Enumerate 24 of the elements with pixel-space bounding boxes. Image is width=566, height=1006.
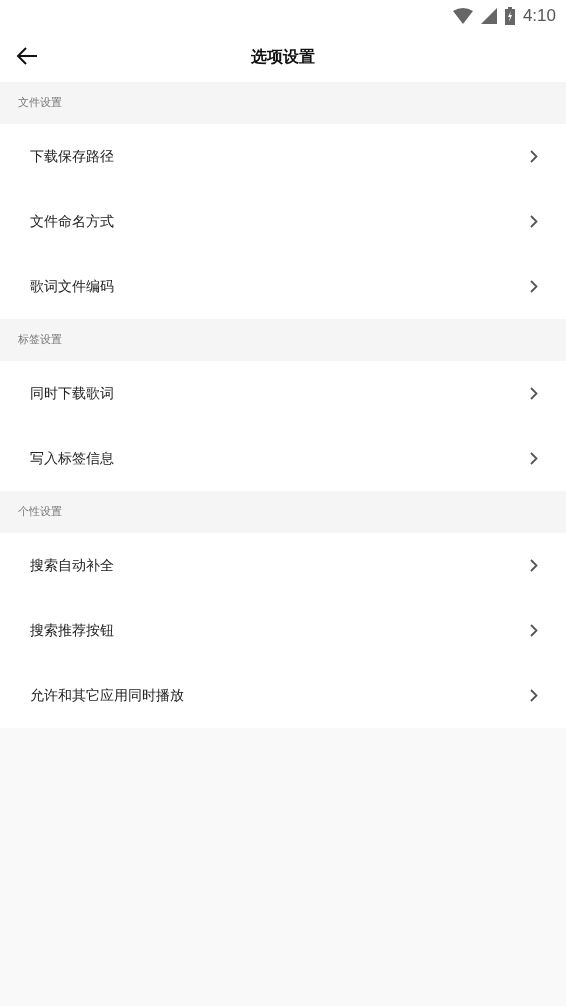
battery-icon [504,7,515,25]
section-header: 文件设置 [18,94,62,111]
settings-row[interactable]: 歌词文件编码 [0,254,566,319]
page-title: 选项设置 [251,46,315,68]
chevron-icon [530,452,538,465]
chevron-icon [530,150,538,163]
chevron-icon [530,215,538,228]
chevron-icon [530,387,538,400]
section-header: 个性设置 [18,503,62,520]
settings-row[interactable]: 写入标签信息 [0,426,566,491]
chevron-icon [530,689,538,702]
section-header: 标签设置 [18,331,62,348]
signal-icon [480,8,497,24]
settings-row[interactable]: 下载保存路径 [0,124,566,189]
settings-row[interactable]: 搜索自动补全 [0,533,566,598]
settings-row[interactable]: 文件命名方式 [0,189,566,254]
settings-row[interactable]: 允许和其它应用同时播放 [0,663,566,728]
settings-row[interactable]: 搜索推荐按钮 [0,598,566,663]
chevron-icon [530,624,538,637]
wifi-icon [452,8,473,24]
settings-row[interactable]: 同时下载歌词 [0,361,566,426]
chevron-icon [530,280,538,293]
status-time: 4:10 [522,5,556,28]
chevron-icon [530,559,538,572]
